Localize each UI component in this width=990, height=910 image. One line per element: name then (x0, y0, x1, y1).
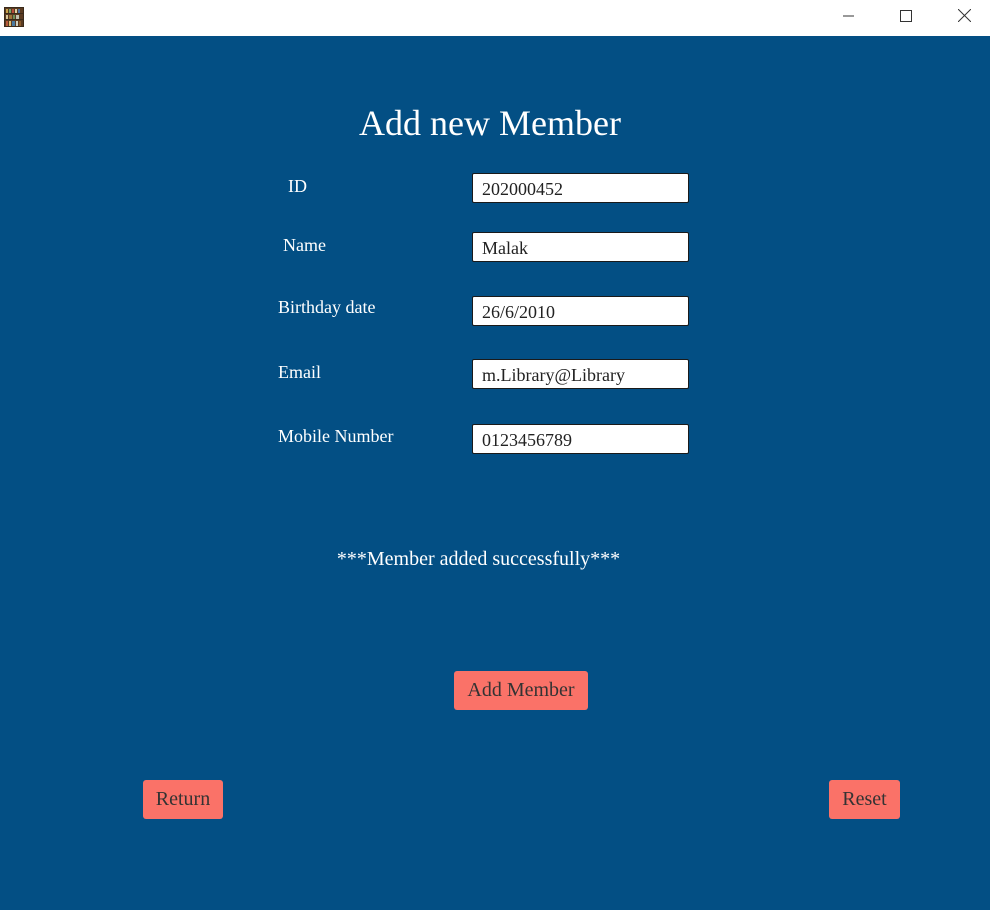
email-field[interactable] (472, 359, 689, 389)
birthday-label: Birthday date (278, 297, 376, 317)
maximize-icon (900, 9, 912, 27)
id-field[interactable] (472, 173, 689, 203)
add-member-button[interactable]: Add Member (454, 671, 588, 710)
mobile-field[interactable] (472, 424, 689, 454)
close-button[interactable] (935, 0, 990, 36)
id-label: ID (288, 176, 307, 196)
minimize-icon (843, 9, 855, 27)
return-button[interactable]: Return (143, 780, 223, 819)
name-field[interactable] (472, 232, 689, 262)
status-message: ***Member added successfully*** (336, 548, 621, 570)
birthday-field[interactable] (472, 296, 689, 326)
close-icon (957, 8, 971, 27)
email-label: Email (278, 362, 321, 382)
minimize-button[interactable] (820, 0, 878, 36)
mobile-label: Mobile Number (278, 426, 394, 446)
title-bar (0, 0, 990, 36)
form-panel: Add new Member ID Name Birthday date Ema… (0, 36, 990, 910)
bookshelf-icon (4, 7, 24, 27)
reset-button[interactable]: Reset (829, 780, 900, 819)
name-label: Name (283, 235, 326, 255)
maximize-button[interactable] (877, 0, 935, 36)
page-title: Add new Member (359, 103, 621, 143)
app-window: Add new Member ID Name Birthday date Ema… (0, 0, 990, 910)
